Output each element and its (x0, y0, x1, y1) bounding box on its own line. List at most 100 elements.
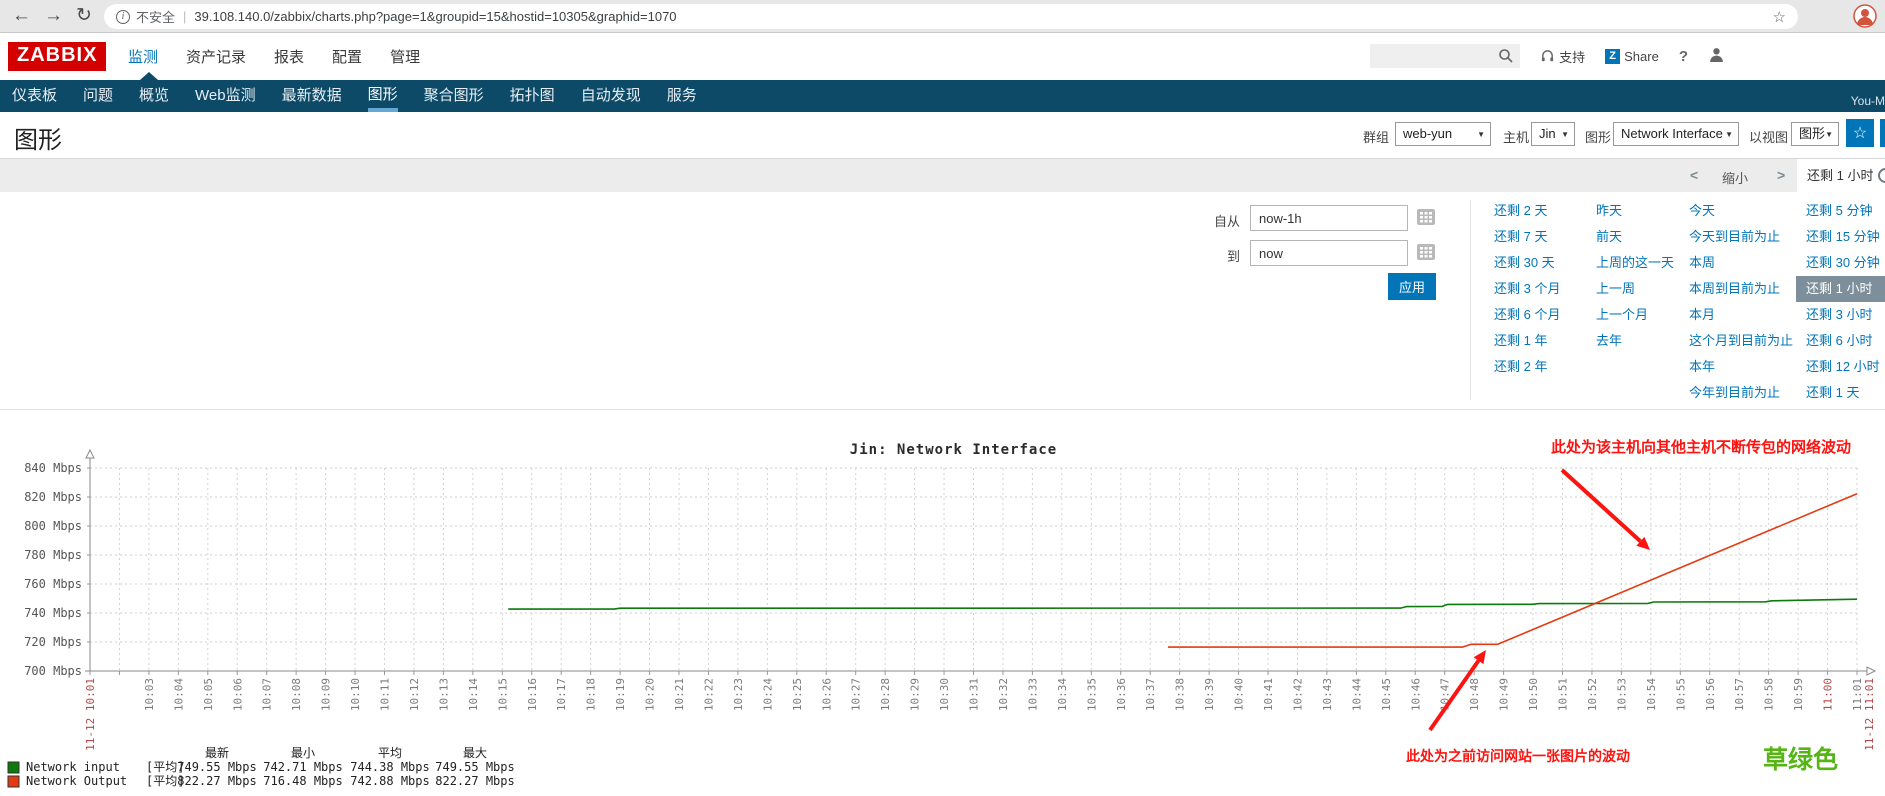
zabbix-logo[interactable]: ZABBIX (8, 42, 106, 71)
view-as-select[interactable]: 图形 (1791, 122, 1839, 146)
quick-range-link[interactable]: 本年 (1689, 354, 1793, 380)
x-axis-label: 10:28 (879, 678, 892, 711)
browser-profile-avatar-icon[interactable] (1853, 4, 1877, 28)
to-calendar-button[interactable] (1415, 242, 1437, 264)
help-button[interactable]: ? (1679, 48, 1688, 65)
graph-select[interactable]: Network Interface (1613, 122, 1739, 146)
from-calendar-button[interactable] (1415, 207, 1437, 229)
support-link[interactable]: 支持 (1540, 47, 1585, 66)
subnav-graphs[interactable]: 图形 (368, 80, 398, 112)
url-text: 39.108.140.0/zabbix/charts.php?page=1&gr… (194, 9, 676, 24)
quick-range-link[interactable]: 今天到目前为止 (1689, 224, 1793, 250)
x-axis-label: 10:50 (1527, 678, 1540, 711)
quick-range-link[interactable]: 今天 (1689, 198, 1793, 224)
quick-range-link[interactable]: 还剩 3 小时 (1806, 302, 1885, 328)
quick-range-link[interactable]: 本周 (1689, 250, 1793, 276)
time-next-icon[interactable]: > (1777, 167, 1785, 183)
menu-item-configuration[interactable]: 配置 (332, 46, 362, 67)
quick-range-link[interactable]: 还剩 7 天 (1494, 224, 1560, 250)
x-axis-label: 10:35 (1085, 678, 1098, 711)
share-link[interactable]: Z Share (1605, 49, 1659, 64)
legend-color-swatch (8, 762, 19, 773)
menu-item-reports[interactable]: 报表 (274, 46, 304, 67)
fullscreen-button[interactable] (1880, 119, 1885, 147)
quick-range-link[interactable]: 还剩 6 个月 (1494, 302, 1560, 328)
page-info-icon[interactable]: i (116, 10, 130, 24)
quick-range-link[interactable]: 今年到目前为止 (1689, 380, 1793, 406)
series-line-network-output (1168, 494, 1857, 647)
quick-range-link[interactable]: 还剩 6 小时 (1806, 328, 1885, 354)
group-select[interactable]: web-yun (1395, 122, 1491, 146)
browser-refresh-icon[interactable]: ↻ (76, 3, 92, 29)
quick-range-link[interactable]: 本月 (1689, 302, 1793, 328)
time-prev-icon[interactable]: < (1690, 167, 1698, 183)
subnav-web[interactable]: Web监测 (195, 80, 256, 112)
quick-range-link[interactable]: 还剩 12 小时 (1806, 354, 1885, 380)
quick-range-link[interactable]: 还剩 30 分钟 (1806, 250, 1885, 276)
title-row: 图形 群组 web-yun 主机 Jin 图形 Network Interfac… (0, 112, 1885, 158)
quick-range-link[interactable]: 去年 (1596, 328, 1674, 354)
x-axis-label: 10:57 (1733, 678, 1746, 711)
subnav-services[interactable]: 服务 (667, 80, 697, 112)
quick-range-link[interactable]: 这个月到目前为止 (1689, 328, 1793, 354)
security-label: 不安全 (136, 7, 175, 26)
y-axis-arrow (86, 450, 94, 458)
time-range-label: 还剩 1 小时 (1807, 168, 1873, 183)
quick-range-link[interactable]: 还剩 3 个月 (1494, 276, 1560, 302)
x-axis-label: 10:19 (614, 678, 627, 711)
quick-range-link[interactable]: 昨天 (1596, 198, 1674, 224)
to-input[interactable] (1250, 240, 1408, 266)
host-select[interactable]: Jin (1531, 122, 1575, 146)
quick-range-link[interactable]: 还剩 1 年 (1494, 328, 1560, 354)
x-axis-label: 10:30 (938, 678, 951, 711)
x-axis-label: 10:05 (202, 678, 215, 711)
x-axis-arrow (1867, 667, 1875, 675)
subnav-overview[interactable]: 概览 (139, 80, 169, 112)
time-range-tab[interactable]: 还剩 1 小时 (1797, 159, 1885, 193)
user-profile-icon[interactable] (1708, 46, 1725, 66)
apply-button[interactable]: 应用 (1388, 273, 1436, 300)
legend-stat-value: 822.27 Mbps (435, 774, 514, 788)
quick-range-link[interactable]: 还剩 2 天 (1494, 198, 1560, 224)
annotation-text: 此处为之前访问网站一张图片的波动 (1406, 746, 1630, 766)
legend-stat-value: 742.88 Mbps (350, 774, 429, 788)
annotation-text: 此处为该主机向其他主机不断传包的网络波动 (1551, 436, 1851, 457)
subnav-discovery[interactable]: 自动发现 (581, 80, 641, 112)
host-label: 主机 (1503, 127, 1529, 146)
x-axis-label: 10:29 (909, 678, 922, 711)
menu-item-monitoring[interactable]: 监测 (128, 46, 158, 67)
quick-range-link[interactable]: 还剩 1 小时 (1796, 276, 1885, 302)
from-input[interactable] (1250, 205, 1408, 231)
quick-range-link[interactable]: 还剩 1 天 (1806, 380, 1885, 406)
subnav-maps[interactable]: 拓扑图 (510, 80, 555, 112)
quick-range-link[interactable]: 还剩 15 分钟 (1806, 224, 1885, 250)
quick-range-link[interactable]: 还剩 2 年 (1494, 354, 1560, 380)
bookmark-star-icon[interactable]: ☆ (1773, 8, 1786, 26)
quick-range-link[interactable]: 上一个月 (1596, 302, 1674, 328)
quick-range-link[interactable]: 上周的这一天 (1596, 250, 1674, 276)
quick-range-link[interactable]: 上一周 (1596, 276, 1674, 302)
subnav-latest-data[interactable]: 最新数据 (282, 80, 342, 112)
x-axis-label: 10:56 (1704, 678, 1717, 711)
menu-item-inventory[interactable]: 资产记录 (186, 46, 246, 67)
browser-forward-icon[interactable]: → (44, 3, 63, 29)
search-icon[interactable] (1498, 48, 1514, 64)
quick-range-link[interactable]: 前天 (1596, 224, 1674, 250)
active-menu-pointer (140, 72, 158, 80)
subnav-screens[interactable]: 聚合图形 (424, 80, 484, 112)
quick-range-link[interactable]: 还剩 30 天 (1494, 250, 1560, 276)
x-axis-label: 10:32 (997, 678, 1010, 711)
legend-stat-value: 742.71 Mbps (263, 760, 342, 774)
subnav-dashboard[interactable]: 仪表板 (12, 80, 57, 112)
address-bar[interactable]: i 不安全 | 39.108.140.0/zabbix/charts.php?p… (104, 4, 1798, 29)
zoom-out-button[interactable]: 缩小 (1722, 168, 1748, 187)
browser-back-icon[interactable]: ← (12, 3, 31, 29)
menu-item-administration[interactable]: 管理 (390, 46, 420, 67)
quick-range-link[interactable]: 本周到目前为止 (1689, 276, 1793, 302)
x-axis-label: 10:24 (761, 678, 774, 711)
favorite-star-button[interactable]: ☆ (1846, 119, 1874, 147)
subnav-problems[interactable]: 问题 (83, 80, 113, 112)
x-axis-label: 10:53 (1615, 678, 1628, 711)
quick-range-link[interactable]: 还剩 5 分钟 (1806, 198, 1885, 224)
x-axis-label: 10:18 (585, 678, 598, 711)
